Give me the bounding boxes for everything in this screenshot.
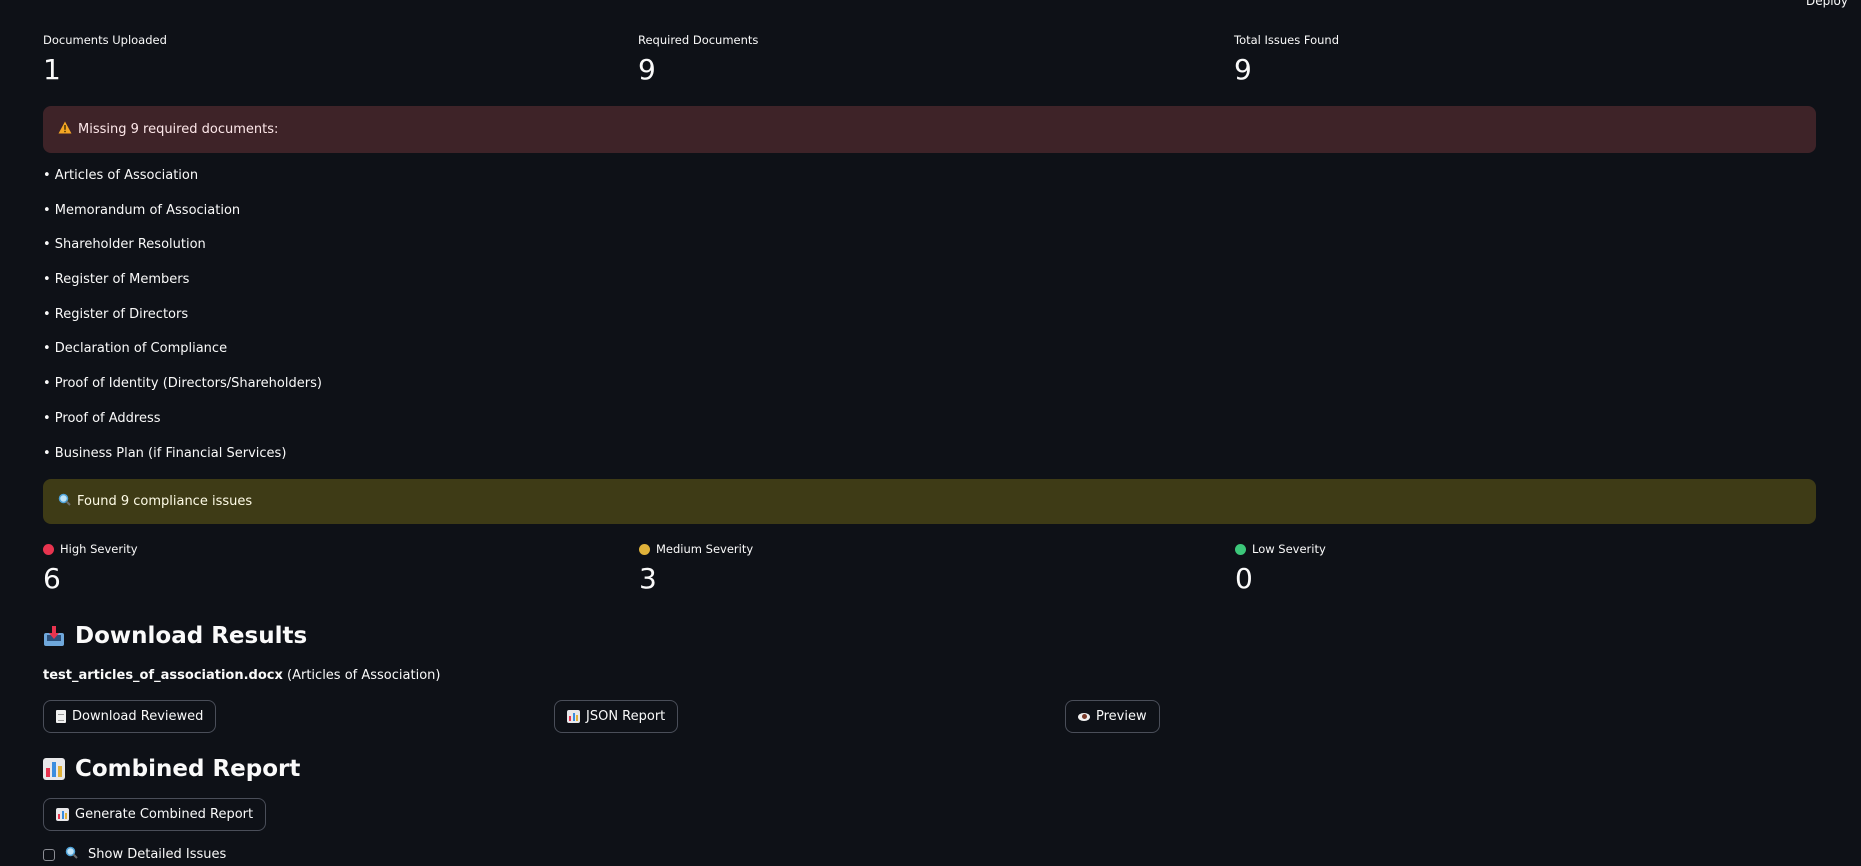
file-name: test_articles_of_association.docx <box>43 668 283 683</box>
button-label: Download Reviewed <box>72 709 204 724</box>
file-info: test_articles_of_association.docx (Artic… <box>43 668 440 683</box>
button-label: JSON Report <box>586 709 666 724</box>
metric-value: 9 <box>1234 53 1252 86</box>
show-detailed-issues-toggle[interactable]: Show Detailed Issues <box>43 846 226 863</box>
metric-value: 1 <box>43 53 61 86</box>
red-circle-icon <box>43 543 54 555</box>
metric-label: Low Severity <box>1252 542 1326 556</box>
metric-label: Required Documents <box>638 33 759 47</box>
download-results-heading: Download Results <box>43 623 307 649</box>
document-metrics: Documents Uploaded 1 Required Documents … <box>43 32 1816 92</box>
metric-low-severity: Low Severity 0 <box>1235 541 1326 593</box>
file-type: (Articles of Association) <box>282 668 441 683</box>
metric-total-issues: Total Issues Found 9 <box>1234 32 1339 84</box>
compliance-issues-alert: Found 9 compliance issues <box>43 479 1816 524</box>
button-label: Preview <box>1096 709 1147 724</box>
metric-value: 3 <box>639 562 657 595</box>
metric-label: Total Issues Found <box>1234 33 1340 47</box>
metric-required-documents: Required Documents 9 <box>638 32 758 84</box>
app-page: Deploy Documents Uploaded 1 Required Doc… <box>0 0 1861 866</box>
list-item: • Proof of Address <box>43 410 161 426</box>
list-item: • Register of Members <box>43 272 190 288</box>
show-detailed-issues-checkbox[interactable] <box>43 848 55 861</box>
missing-documents-list: • Articles of Association • Memorandum o… <box>43 166 322 478</box>
severity-metrics: High Severity 6 Medium Severity 3 Low Se… <box>43 541 1816 601</box>
list-item: • Shareholder Resolution <box>43 237 206 253</box>
button-label: Generate Combined Report <box>75 807 254 822</box>
list-item: • Proof of Identity (Directors/Sharehold… <box>43 376 322 392</box>
metric-high-severity: High Severity 6 <box>43 541 138 593</box>
magnifier-icon <box>58 493 71 510</box>
magnifier-icon <box>65 846 78 863</box>
metric-value: 9 <box>638 53 656 86</box>
metric-medium-severity: Medium Severity 3 <box>639 541 753 593</box>
list-item: • Memorandum of Association <box>43 202 241 218</box>
checkbox-label: Show Detailed Issues <box>88 847 227 862</box>
generate-combined-report-button[interactable]: Generate Combined Report <box>43 798 267 831</box>
issues-alert-text: Found 9 compliance issues <box>77 494 253 509</box>
yellow-circle-icon <box>639 543 650 555</box>
preview-button[interactable]: Preview <box>1065 700 1160 733</box>
metric-label: Medium Severity <box>656 542 754 556</box>
warning-icon <box>58 121 72 138</box>
deploy-button[interactable]: Deploy <box>1806 0 1848 8</box>
document-icon <box>56 710 66 723</box>
list-item: • Declaration of Compliance <box>43 341 228 357</box>
eye-icon <box>1078 712 1090 721</box>
bar-chart-icon <box>43 758 65 780</box>
metric-documents-uploaded: Documents Uploaded 1 <box>43 32 167 84</box>
download-heading-text: Download Results <box>75 623 308 649</box>
list-item: • Business Plan (if Financial Services) <box>43 445 287 461</box>
metric-label: High Severity <box>60 542 138 556</box>
metric-value: 6 <box>43 562 61 595</box>
bar-chart-icon <box>567 710 580 723</box>
missing-documents-alert: Missing 9 required documents: <box>43 106 1816 153</box>
list-item: • Register of Directors <box>43 306 189 322</box>
list-item: • Articles of Association <box>43 168 199 183</box>
inbox-tray-icon <box>43 625 65 647</box>
metric-label: Documents Uploaded <box>43 33 167 47</box>
download-reviewed-button[interactable]: Download Reviewed <box>43 700 217 733</box>
combined-heading-text: Combined Report <box>75 756 301 782</box>
combined-report-heading: Combined Report <box>43 756 300 782</box>
green-circle-icon <box>1235 543 1246 555</box>
json-report-button[interactable]: JSON Report <box>554 700 679 733</box>
bar-chart-icon <box>56 808 69 821</box>
metric-value: 0 <box>1235 562 1253 595</box>
missing-alert-text: Missing 9 required documents: <box>78 122 279 137</box>
